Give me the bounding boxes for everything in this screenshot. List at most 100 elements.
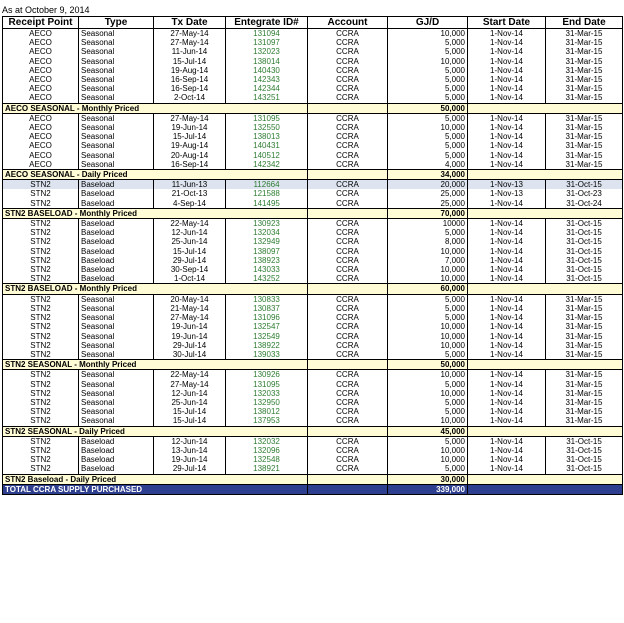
end-date-cell: 31-Mar-15: [545, 159, 623, 170]
tx-date-cell: 20-May-14: [153, 294, 226, 304]
end-date-cell: 31-Oct-15: [545, 464, 623, 475]
gjd-cell: 10,000: [387, 340, 468, 350]
table-row: STN2 Baseload 30-Sep-14 143033 CCRA 10,000 1-N…: [3, 265, 623, 275]
tx-date-cell: 29-Jul-14: [153, 340, 226, 350]
type-cell: Baseload: [78, 237, 154, 247]
entegrate-id-cell: 140431: [225, 141, 308, 151]
end-date-cell: 31-Mar-15: [545, 294, 623, 304]
tx-date-cell: 25-Jun-14: [153, 237, 226, 247]
type-cell: Seasonal: [78, 349, 154, 360]
subtotal-blank: [467, 207, 623, 220]
header-row: Receipt Point Type Tx Date Entegrate ID#…: [2, 16, 623, 29]
type-cell: Baseload: [78, 246, 154, 256]
start-date-cell: 1-Nov-14: [467, 75, 546, 85]
receipt-point-cell: AECO: [29, 141, 52, 151]
receipt-point-cell: STN2: [30, 388, 51, 398]
end-date-cell: 31-Oct-15: [545, 237, 623, 247]
tx-date-cell: 15-Jul-14: [153, 132, 226, 142]
subtotal-label: STN2 BASELOAD - Monthly Priced: [2, 207, 308, 220]
start-date-cell: 1-Nov-13: [467, 179, 546, 190]
start-date-cell: 1-Nov-14: [467, 274, 546, 284]
entegrate-id-cell: 121588: [225, 189, 308, 199]
entegrate-id-cell: 138013: [225, 132, 308, 142]
start-date-cell: 1-Nov-14: [467, 65, 546, 76]
subtotal-value: 70,000: [387, 207, 468, 220]
entegrate-id-cell: 112664: [225, 179, 308, 190]
table-row: STN2 Baseload 29-Jul-14 138923 CCRA 7,000 1-No…: [3, 255, 623, 266]
entegrate-id-cell: 130926: [225, 369, 308, 380]
type-cell: Baseload: [78, 189, 154, 199]
table-row: STN2 Baseload 11-Jun-13 112664 CCRA 20,000 1-N…: [2, 179, 623, 190]
table-row: AECO Seasonal 19-Jun-14 132550 CCRA 10,000 1-N…: [3, 123, 623, 133]
end-date-cell: 31-Oct-15: [545, 218, 623, 229]
end-date-cell: 31-Mar-15: [545, 93, 623, 104]
type-cell: Seasonal: [78, 47, 154, 57]
receipt-point-cell: STN2: [30, 445, 51, 455]
account-cell: CCRA: [307, 132, 388, 142]
gjd-cell: 5,000: [387, 84, 468, 94]
gjd-cell: 5,000: [387, 75, 468, 85]
gjd-cell: 8,000: [387, 237, 468, 247]
account-cell: CCRA: [307, 28, 388, 39]
table-row: STN2 Seasonal 19-Jun-14 132549 CCRA 10,000 1-N…: [3, 331, 623, 341]
gjd-cell: 10,000: [387, 246, 468, 256]
end-date-cell: 31-Mar-15: [545, 38, 623, 48]
type-cell: Seasonal: [78, 159, 154, 170]
table-row: STN2 Seasonal 15-Jul-14 137953 CCRA 10,000 1-N…: [3, 416, 623, 427]
gjd-cell: 5,000: [387, 113, 468, 124]
entegrate-id-cell: 130837: [225, 303, 308, 314]
table-row: STN2 Seasonal 22-May-14 130926 CCRA 10,000 1-N…: [3, 369, 623, 380]
receipt-point-cell: STN2: [30, 379, 51, 389]
tx-date-cell: 2-Oct-14: [153, 93, 226, 104]
end-date-cell: 31-Mar-15: [545, 388, 623, 398]
account-cell: CCRA: [307, 84, 388, 94]
end-date-cell: 31-Oct-15: [545, 274, 623, 284]
start-date-cell: 1-Nov-14: [467, 198, 546, 209]
entegrate-id-cell: 142344: [225, 84, 308, 94]
start-date-cell: 1-Nov-14: [467, 123, 546, 133]
start-date-cell: 1-Nov-14: [467, 397, 546, 408]
end-date-cell: 31-Mar-15: [545, 75, 623, 85]
entegrate-id-cell: 142343: [225, 75, 308, 85]
account-cell: CCRA: [307, 464, 388, 475]
table-row: STN2 Baseload 21-Oct-13 121588 CCRA 25,000 1-N…: [3, 189, 623, 199]
type-cell: Baseload: [78, 198, 154, 209]
tx-date-cell: 13-Jun-14: [153, 445, 226, 456]
start-date-cell: 1-Nov-14: [467, 313, 546, 323]
receipt-point-cell: STN2: [30, 255, 51, 265]
account-cell: CCRA: [307, 150, 388, 160]
tx-date-cell: 19-Jun-14: [153, 123, 226, 133]
tx-date-cell: 12-Jun-14: [153, 388, 226, 398]
end-date-cell: 31-Mar-15: [545, 56, 623, 66]
table-row: STN2 Seasonal 21-May-14 130837 CCRA 5,000 1-No…: [3, 303, 623, 314]
end-date-cell: 31-Oct-15: [545, 455, 623, 465]
type-cell: Seasonal: [78, 65, 154, 76]
start-date-cell: 1-Nov-14: [467, 340, 546, 350]
entegrate-id-cell: 132033: [225, 388, 308, 398]
end-date-cell: 31-Mar-15: [545, 331, 623, 341]
entegrate-id-cell: 139033: [225, 349, 308, 360]
end-date-cell: 31-Mar-15: [545, 84, 623, 94]
gjd-cell: 5,000: [387, 379, 468, 389]
as-of-date: As at October 9, 2014: [2, 5, 90, 15]
type-cell: Seasonal: [78, 416, 154, 427]
subtotal-row: STN2 BASELOAD - Monthly Priced 60,000: [2, 283, 623, 295]
entegrate-id-cell: 138923: [225, 255, 308, 266]
tx-date-cell: 12-Jun-14: [153, 228, 226, 238]
gjd-cell: 25,000: [387, 198, 468, 209]
entegrate-id-cell: 131097: [225, 38, 308, 48]
tx-date-cell: 19-Aug-14: [153, 141, 226, 151]
type-cell: Seasonal: [78, 407, 154, 417]
table-row: AECO Seasonal 15-Jul-14 138014 CCRA 10,000 1-N…: [3, 56, 623, 66]
receipt-point-cell: AECO: [29, 75, 52, 85]
end-date-cell: 31-Oct-15: [545, 246, 623, 256]
tx-date-cell: 11-Jun-14: [153, 47, 226, 57]
receipt-point-cell: STN2: [30, 303, 51, 313]
tx-date-cell: 19-Jun-14: [153, 322, 226, 332]
tx-date-cell: 16-Sep-14: [153, 84, 226, 94]
receipt-point-cell: AECO: [29, 65, 52, 75]
end-date-cell: 31-Mar-15: [545, 416, 623, 427]
table-row: AECO Seasonal 19-Aug-14 140431 CCRA 5,000 1-No…: [3, 141, 623, 151]
entegrate-id-cell: 132548: [225, 455, 308, 465]
receipt-point-cell: STN2: [30, 246, 51, 256]
